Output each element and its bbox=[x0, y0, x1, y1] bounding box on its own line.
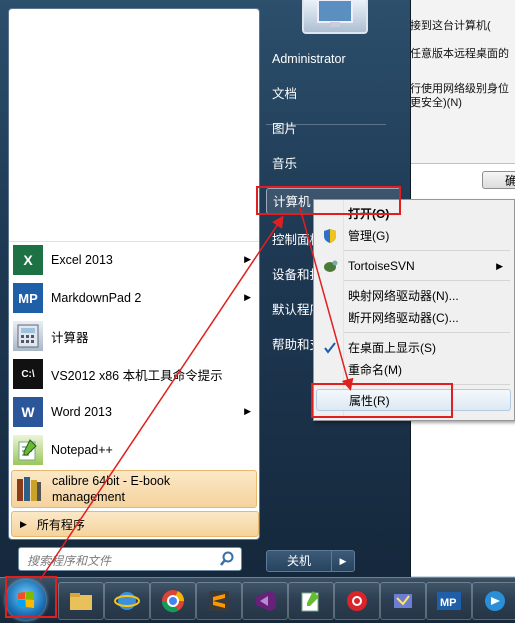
annotation-arrows bbox=[39, 207, 354, 581]
